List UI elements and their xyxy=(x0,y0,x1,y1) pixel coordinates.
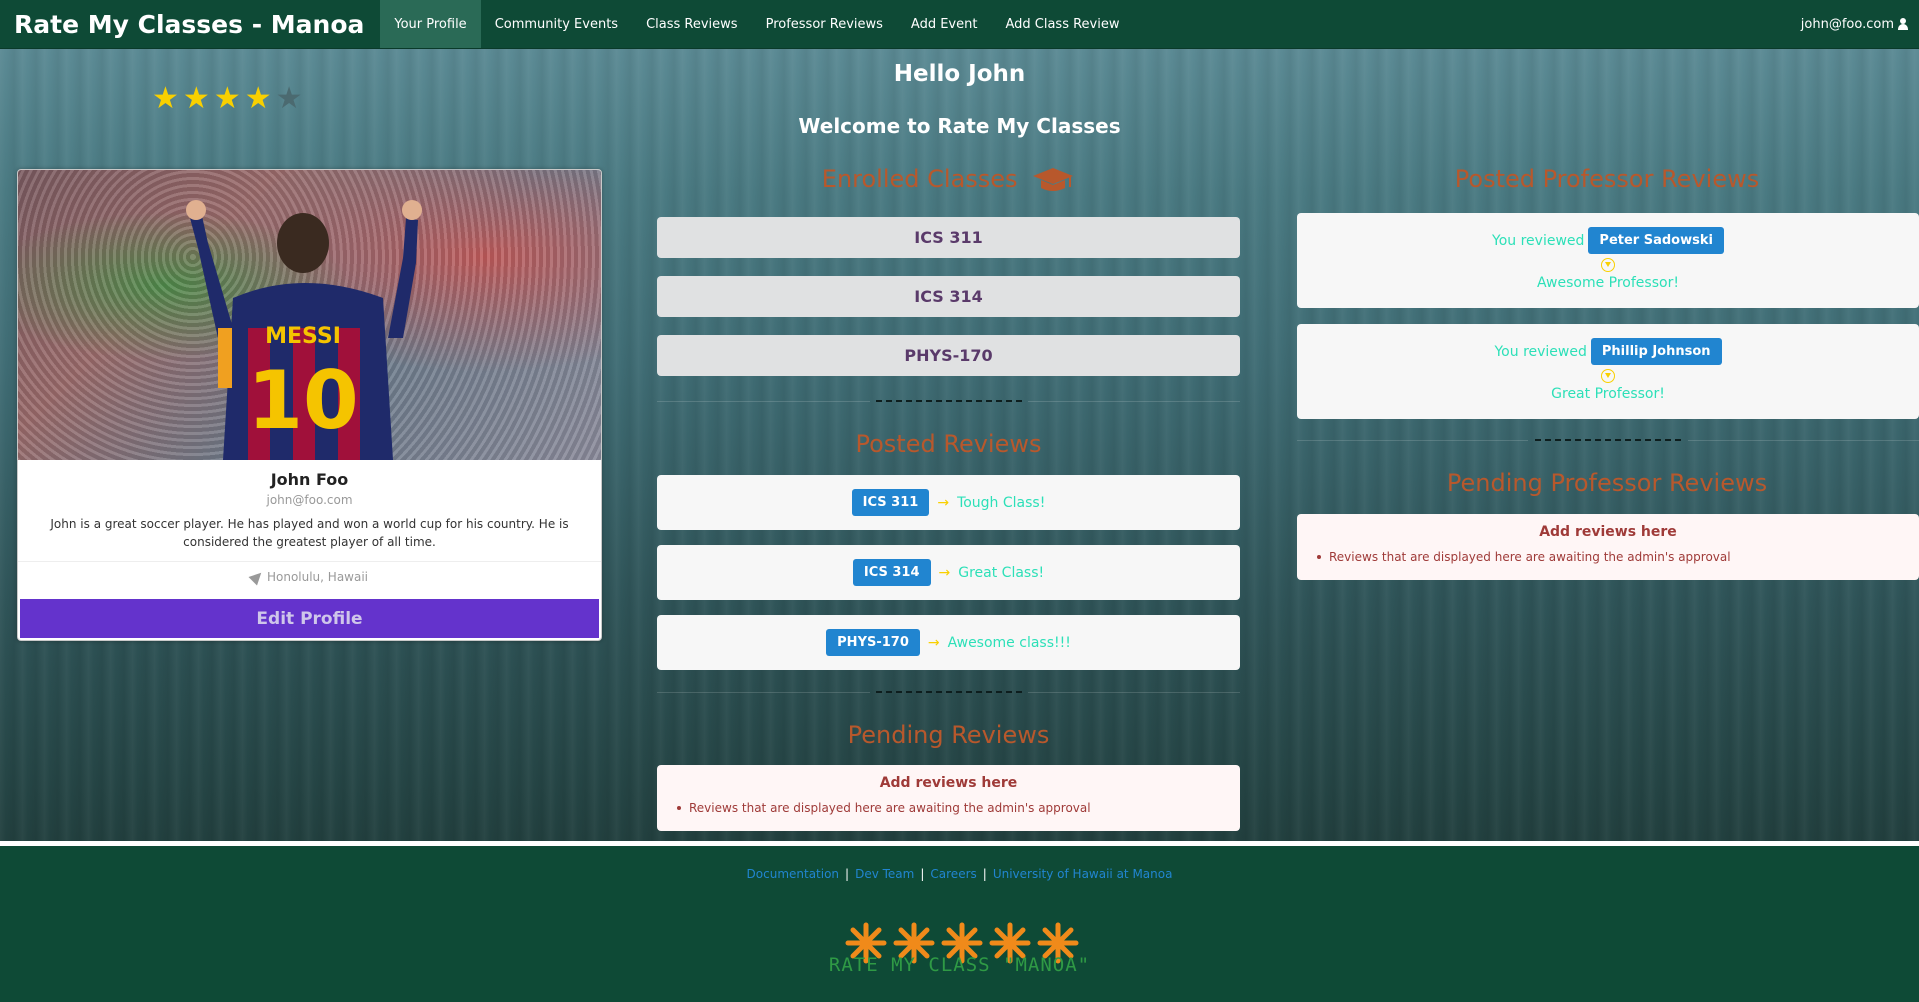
profile-location: Honolulu, Hawaii xyxy=(266,570,369,584)
profile-image: MESSI 10 xyxy=(18,170,601,460)
top-navbar: Rate My Classes - Manoa Your Profile Com… xyxy=(0,0,1919,49)
pending-reviews-panel: Add reviews here Reviews that are displa… xyxy=(657,765,1240,831)
review-class-tag[interactable]: ICS 314 xyxy=(852,559,931,586)
svg-text:MESSI: MESSI xyxy=(265,324,341,349)
professor-review-item: You reviewed Phillip Johnson Great Profe… xyxy=(1297,324,1919,419)
enrolled-class-button[interactable]: PHYS-170 xyxy=(657,335,1240,376)
footer: Documentation | Dev Team | Careers | Universit… xyxy=(0,846,1919,1002)
posted-review-item: ICS 314 → Great Class! xyxy=(657,545,1240,600)
pending-reviews-header: Add reviews here xyxy=(879,775,1018,791)
arrow-right-icon: → xyxy=(927,634,940,651)
profile-description: John is a great soccer player. He has pl… xyxy=(50,517,569,549)
nav-community-events[interactable]: Community Events xyxy=(481,0,632,48)
player-figure: MESSI 10 xyxy=(186,200,422,460)
review-text: Tough Class! xyxy=(957,494,1046,511)
hello-heading: Hello John xyxy=(893,61,1026,87)
profile-card: MESSI 10 John Foo john@foo.com John is a… xyxy=(17,169,602,641)
user-menu[interactable]: john@foo.com xyxy=(1801,0,1919,48)
logo-text: RATE MY CLASS "MANOA" xyxy=(828,954,1091,976)
pending-professor-reviews-header: Add reviews here xyxy=(1539,524,1677,540)
pending-professor-reviews-panel: Add reviews here Reviews that are displa… xyxy=(1297,514,1919,580)
enrolled-class-button[interactable]: ICS 311 xyxy=(657,217,1240,258)
pending-professor-reviews-note: Reviews that are displayed here are awai… xyxy=(1329,550,1731,564)
arrow-right-icon: → xyxy=(938,564,951,581)
posted-review-item: PHYS-170 → Awesome class!!! xyxy=(657,615,1240,670)
you-reviewed-label: You reviewed xyxy=(1492,232,1585,249)
review-text: Great Class! xyxy=(958,564,1045,581)
nav-add-event[interactable]: Add Event xyxy=(897,0,992,48)
star-icon: ★ xyxy=(213,81,241,116)
footer-link-careers[interactable]: Careers xyxy=(930,867,976,881)
footer-link-documentation[interactable]: Documentation xyxy=(747,867,840,881)
posted-review-item: ICS 311 → Tough Class! xyxy=(657,475,1240,530)
enrolled-class-button[interactable]: ICS 314 xyxy=(657,276,1240,317)
posted-reviews-title: Posted Reviews xyxy=(855,430,1042,458)
profile-name: John Foo xyxy=(270,470,349,489)
star-icon: ★ xyxy=(244,81,272,116)
nav-add-class-review[interactable]: Add Class Review xyxy=(991,0,1133,48)
main-content: ★ ★ ★ ★ ★ MESSI 10 John Foo john@foo.com… xyxy=(0,49,1919,841)
pending-professor-reviews-title: Pending Professor Reviews xyxy=(1446,469,1768,497)
footer-link-uh-manoa[interactable]: University of Hawaii at Manoa xyxy=(993,867,1173,881)
review-class-tag[interactable]: ICS 311 xyxy=(851,489,930,516)
professor-tag[interactable]: Phillip Johnson xyxy=(1590,338,1722,365)
star-icon: ★ xyxy=(152,81,179,116)
professor-review-text: Great Professor! xyxy=(1551,386,1665,402)
posted-professor-reviews-title: Posted Professor Reviews xyxy=(1454,165,1760,193)
arrow-right-icon: → xyxy=(937,494,950,511)
you-reviewed-label: You reviewed xyxy=(1494,343,1587,360)
bullet-icon xyxy=(677,806,681,810)
arrow-down-circle-icon xyxy=(1601,369,1615,383)
star-icon: ★ xyxy=(182,81,210,116)
user-email: john@foo.com xyxy=(1800,16,1894,32)
nav-professor-reviews[interactable]: Professor Reviews xyxy=(752,0,897,48)
professor-tag[interactable]: Peter Sadowski xyxy=(1588,227,1724,254)
welcome-heading: Welcome to Rate My Classes xyxy=(798,114,1121,138)
footer-links: Documentation | Dev Team | Careers | Universit… xyxy=(746,867,1173,881)
edit-profile-button[interactable]: Edit Profile xyxy=(20,599,599,638)
pending-reviews-title: Pending Reviews xyxy=(847,721,1050,749)
brand-title[interactable]: Rate My Classes - Manoa xyxy=(0,0,378,48)
graduation-cap-icon xyxy=(1033,168,1074,191)
nav-items: Your Profile Community Events Class Revi… xyxy=(380,0,1133,48)
bullet-icon xyxy=(1317,555,1321,559)
nav-your-profile[interactable]: Your Profile xyxy=(380,0,481,48)
profile-location-row: Honolulu, Hawaii xyxy=(18,561,601,592)
svg-text:10: 10 xyxy=(247,354,358,447)
profile-rating: ★ ★ ★ ★ ★ xyxy=(152,84,303,114)
user-icon xyxy=(1897,18,1909,30)
review-text: Awesome class!!! xyxy=(947,634,1071,651)
enrolled-classes-title: Enrolled Classes xyxy=(657,165,1240,194)
pending-reviews-note: Reviews that are displayed here are awai… xyxy=(689,801,1091,815)
review-class-tag[interactable]: PHYS-170 xyxy=(826,629,920,656)
footer-link-dev-team[interactable]: Dev Team xyxy=(855,867,914,881)
professor-review-text: Awesome Professor! xyxy=(1537,275,1679,291)
star-empty-icon: ★ xyxy=(275,81,303,116)
profile-email: john@foo.com xyxy=(266,493,353,507)
professor-review-item: You reviewed Peter Sadowski Awesome Prof… xyxy=(1297,213,1919,308)
location-arrow-icon xyxy=(248,568,266,586)
arrow-down-circle-icon xyxy=(1601,258,1615,272)
nav-class-reviews[interactable]: Class Reviews xyxy=(632,0,752,48)
